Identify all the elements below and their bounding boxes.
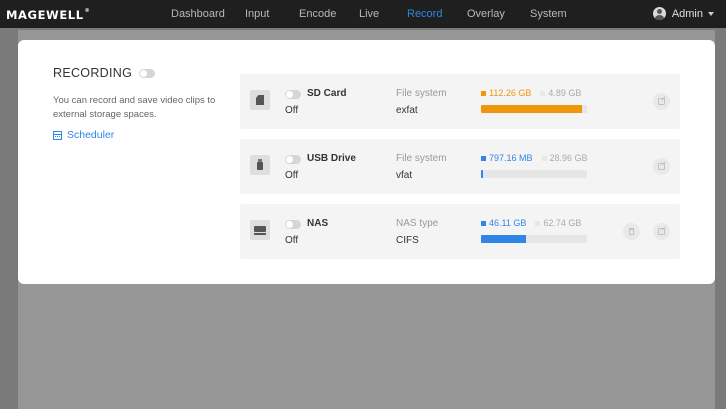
storage-usage-fill xyxy=(481,235,526,243)
storage-usage: 797.16 MB 28.96 GB xyxy=(481,153,588,163)
trash-icon xyxy=(629,228,634,235)
scheduler-link[interactable]: Scheduler xyxy=(53,129,114,141)
recording-header: RECORDING xyxy=(53,66,156,80)
storage-row-sd-card: SD Card Off File system exfat 112.26 GB … xyxy=(240,74,680,129)
storage-usage: 112.26 GB 4.89 GB xyxy=(481,88,581,98)
used-space: 46.11 GB xyxy=(489,218,527,228)
storage-state: Off xyxy=(285,105,299,116)
storage-usage-fill xyxy=(481,170,484,178)
total-swatch xyxy=(535,220,541,226)
nav-item-system[interactable]: System xyxy=(530,8,567,20)
storage-usage-fill xyxy=(481,105,582,113)
delete-button[interactable] xyxy=(623,223,640,240)
chevron-down-icon xyxy=(708,11,714,16)
storage-usage-bar xyxy=(481,170,587,178)
edit-icon xyxy=(658,98,665,105)
fs-label: File system xyxy=(396,153,447,164)
storage-name: NAS xyxy=(307,218,329,229)
storage-row-usb-drive: USB Drive Off File system vfat 797.16 MB… xyxy=(240,139,680,194)
storage-state: Off xyxy=(285,170,299,181)
used-swatch xyxy=(481,90,486,96)
recording-toggle[interactable] xyxy=(139,68,156,78)
total-swatch xyxy=(540,90,546,96)
storage-usage-bar xyxy=(481,105,587,113)
edit-icon xyxy=(658,228,665,235)
nav-item-encode[interactable]: Encode xyxy=(299,8,336,20)
nav-item-record[interactable]: Record xyxy=(407,8,442,20)
user-name: Admin xyxy=(671,7,703,20)
fs-value: exfat xyxy=(396,105,418,116)
top-nav-bar: MAGEWELL® Dashboard Input Encode Live Re… xyxy=(0,0,726,28)
used-swatch xyxy=(481,155,486,161)
fs-label: File system xyxy=(396,88,447,99)
total-space: 28.96 GB xyxy=(549,153,588,163)
nav-item-input[interactable]: Input xyxy=(245,8,269,20)
storage-usage-bar xyxy=(481,235,587,243)
used-space: 112.26 GB xyxy=(489,88,532,98)
total-swatch xyxy=(541,155,547,161)
used-space: 797.16 MB xyxy=(489,153,533,163)
usb-drive-icon xyxy=(250,155,270,175)
used-swatch xyxy=(481,220,486,226)
user-menu[interactable]: Admin xyxy=(652,7,714,20)
total-space: 4.89 GB xyxy=(548,88,582,98)
brand-logo[interactable]: MAGEWELL® xyxy=(6,8,90,22)
edit-button[interactable] xyxy=(653,223,670,240)
nav-item-dashboard[interactable]: Dashboard xyxy=(171,8,225,20)
nas-toggle[interactable] xyxy=(285,220,301,229)
fs-value: vfat xyxy=(396,170,413,181)
calendar-icon xyxy=(53,130,62,140)
edit-button[interactable] xyxy=(653,93,670,110)
storage-row-nas: NAS Off NAS type CIFS 46.11 GB 62.74 GB xyxy=(240,204,680,259)
user-avatar-icon xyxy=(652,7,666,20)
storage-name: SD Card xyxy=(307,88,347,99)
sd-card-icon xyxy=(250,90,270,110)
sd-card-toggle[interactable] xyxy=(285,90,301,99)
scheduler-label: Scheduler xyxy=(67,129,115,141)
usb-drive-toggle[interactable] xyxy=(285,155,301,164)
nav-item-overlay[interactable]: Overlay xyxy=(467,8,505,20)
fs-value: CIFS xyxy=(396,235,419,246)
nav-item-live[interactable]: Live xyxy=(359,8,379,20)
recording-panel: RECORDING You can record and save video … xyxy=(18,40,715,284)
total-space: 62.74 GB xyxy=(543,218,582,228)
storage-usage: 46.11 GB 62.74 GB xyxy=(481,218,581,228)
storage-name: USB Drive xyxy=(307,153,356,164)
fs-label: NAS type xyxy=(396,218,439,229)
recording-title: RECORDING xyxy=(53,66,133,80)
nas-icon xyxy=(250,220,270,240)
edit-button[interactable] xyxy=(653,158,670,175)
edit-icon xyxy=(658,163,665,170)
recording-description: You can record and save video clips to e… xyxy=(53,95,216,120)
storage-state: Off xyxy=(285,235,299,246)
